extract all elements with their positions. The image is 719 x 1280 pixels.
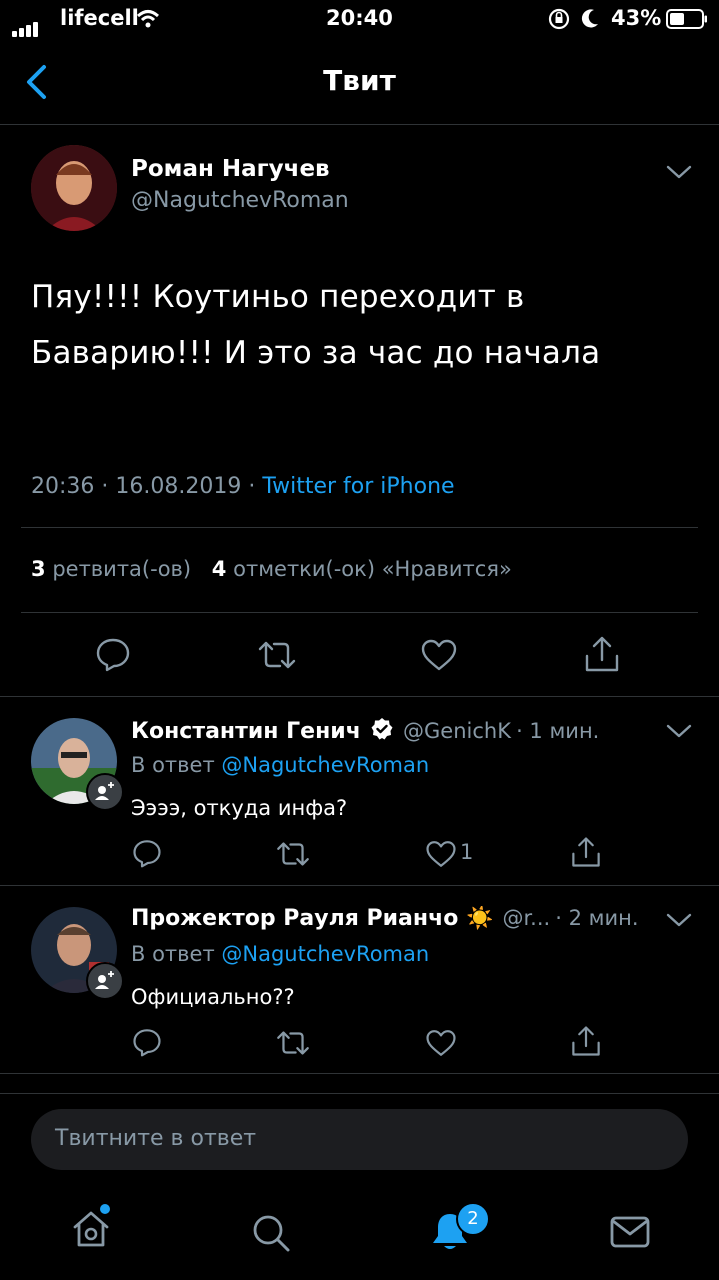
reply-author-name[interactable]: Константин Генич xyxy=(131,719,361,744)
like-icon[interactable] xyxy=(425,839,457,873)
signal-icon xyxy=(12,13,40,37)
moon-icon xyxy=(580,8,600,35)
like-icon[interactable] xyxy=(425,1028,457,1062)
like-label: отметки(-ок) «Нравится» xyxy=(233,557,512,581)
retweet-icon[interactable] xyxy=(274,841,312,871)
retweet-icon[interactable] xyxy=(256,640,298,670)
reply-icon[interactable] xyxy=(131,838,163,872)
reply-icon[interactable] xyxy=(131,1027,163,1061)
tweet-meta: 20:36 · 16.08.2019 · Twitter for iPhone xyxy=(31,474,455,499)
chevron-down-icon[interactable] xyxy=(666,912,692,932)
compose-placeholder: Твитните в ответ xyxy=(55,1126,257,1151)
retweet-count: 3 xyxy=(31,557,46,581)
tweet-text: Пяу!!!! Коутиньо переходит в Баварию!!! … xyxy=(31,272,701,378)
author-handle[interactable]: @NagutchevRoman xyxy=(131,188,349,213)
follow-badge-icon xyxy=(86,962,124,1000)
reply-icon[interactable] xyxy=(95,636,131,672)
reply-time: · 1 мин. xyxy=(516,719,600,743)
author-avatar[interactable] xyxy=(31,145,117,231)
like-stat[interactable]: 4 отметки(-ок) «Нравится» xyxy=(212,557,512,581)
share-icon[interactable] xyxy=(583,634,621,674)
divider xyxy=(0,1073,719,1074)
search-icon[interactable] xyxy=(250,1212,292,1258)
reply-header: Константин Генич @GenichK · 1 мин. xyxy=(131,717,599,745)
tweet-text-line: Пяу!!!! Коутиньо переходит в xyxy=(31,279,525,315)
like-count: 4 xyxy=(211,557,227,581)
home-icon[interactable] xyxy=(70,1208,112,1254)
reply-context: В ответ @NagutchevRoman xyxy=(131,942,429,966)
tweet-source-link[interactable]: Twitter for iPhone xyxy=(262,474,454,499)
battery-icon xyxy=(666,9,708,34)
reply-prefix: В ответ xyxy=(131,942,215,966)
reply-author-handle[interactable]: @r... xyxy=(502,906,550,930)
battery-percent: 43% xyxy=(611,6,662,30)
reply-mention-link[interactable]: @NagutchevRoman xyxy=(221,753,429,777)
carrier-label: lifecell xyxy=(60,6,139,30)
wifi-icon xyxy=(136,9,160,34)
chevron-down-icon[interactable] xyxy=(666,723,692,743)
reply-text: Ээээ, откуда инфа? xyxy=(131,796,348,820)
tweet-stats: 3 ретвита(-ов) 4 отметки(-ок) «Нравится» xyxy=(31,557,512,581)
like-count: 1 xyxy=(460,840,474,864)
tweet-text-line: Баварию!!! И это за час до начала xyxy=(31,335,601,371)
follow-badge-icon xyxy=(86,773,124,811)
notifications-badge: 2 xyxy=(456,1202,490,1236)
reply-context: В ответ @NagutchevRoman xyxy=(131,753,429,777)
new-content-dot xyxy=(100,1204,110,1214)
page-title: Твит xyxy=(323,64,396,97)
reply-prefix: В ответ xyxy=(131,753,215,777)
share-icon[interactable] xyxy=(570,835,602,873)
reply-header: Прожектор Рауля Рианчо ☀️ @r... · 2 мин. xyxy=(131,906,661,931)
tweet-timestamp: 20:36 · 16.08.2019 · xyxy=(31,474,263,499)
reply-mention-link[interactable]: @NagutchevRoman xyxy=(221,942,429,966)
status-bar: lifecell 20:40 43% xyxy=(0,0,719,40)
messages-icon[interactable] xyxy=(609,1214,651,1254)
retweet-stat[interactable]: 3 ретвита(-ов) xyxy=(31,557,191,581)
reply-tweet[interactable]: Прожектор Рауля Рианчо ☀️ @r... · 2 мин.… xyxy=(0,886,719,1074)
chevron-down-icon[interactable] xyxy=(666,164,692,184)
reply-author-handle[interactable]: @GenichK xyxy=(403,719,511,743)
like-icon[interactable] xyxy=(420,638,458,672)
nav-header: Твит xyxy=(0,40,719,125)
clock: 20:40 xyxy=(326,6,393,30)
retweet-label: ретвита(-ов) xyxy=(52,557,192,581)
reply-author-name[interactable]: Прожектор Рауля Рианчо ☀️ xyxy=(131,906,493,931)
reply-time: · 2 мин. xyxy=(555,906,639,930)
reply-compose-field[interactable]: Твитните в ответ xyxy=(31,1109,688,1170)
rotation-lock-icon xyxy=(548,8,570,35)
share-icon[interactable] xyxy=(570,1024,602,1062)
divider xyxy=(21,612,698,613)
author-name[interactable]: Роман Нагучев xyxy=(131,156,330,182)
divider xyxy=(21,527,698,528)
tab-bar: 2 xyxy=(0,1180,719,1280)
reply-text: Официально?? xyxy=(131,985,295,1009)
divider xyxy=(0,1093,719,1094)
reply-tweet[interactable]: Константин Генич @GenichK · 1 мин. В отв… xyxy=(0,697,719,885)
retweet-icon[interactable] xyxy=(274,1030,312,1060)
verified-icon xyxy=(370,717,394,745)
